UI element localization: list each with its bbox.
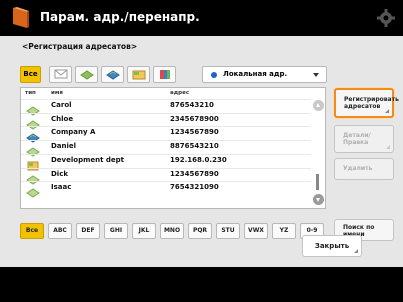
list-item-name: Daniel <box>51 142 77 151</box>
details-edit-button[interactable]: Детали/ Правка <box>334 125 394 153</box>
bottom-bar <box>0 267 403 302</box>
list-item-name: Carol <box>51 101 72 109</box>
address-book-icon <box>13 7 29 28</box>
radio-dot-icon <box>211 72 217 78</box>
alpha-tab-все[interactable]: Все <box>20 223 44 239</box>
group-icon <box>160 70 170 79</box>
alpha-tab-jkl[interactable]: JKL <box>132 223 156 239</box>
alpha-tab-vwx[interactable]: VWX <box>244 223 268 239</box>
delete-button-label: Удалить <box>343 165 373 172</box>
list-item-name: Development dept <box>51 155 125 164</box>
list-item-name: Isaac <box>51 183 72 192</box>
corner-arrow-icon <box>386 145 390 149</box>
scrollbar[interactable] <box>312 98 324 208</box>
email-icon <box>54 69 68 79</box>
list-item-name: Company A <box>51 128 96 137</box>
details-button-label-1: Детали/ <box>343 132 371 139</box>
register-button-label-2: адресатов <box>344 103 381 110</box>
type-filter-email[interactable] <box>49 66 72 83</box>
list-item-address: 876543210 <box>170 101 214 109</box>
list-item[interactable]: Development dept 192.168.0.230 <box>21 153 311 171</box>
column-name: имя <box>51 90 63 96</box>
alpha-tab-ghi[interactable]: GHI <box>104 223 128 239</box>
ifax-icon <box>106 70 120 80</box>
delete-button[interactable]: Удалить <box>334 158 394 180</box>
email-icon <box>26 170 40 185</box>
list-item[interactable]: Daniel 8876543210 <box>21 140 311 157</box>
register-destination-button[interactable]: Регистрировать адресатов <box>334 88 399 118</box>
column-address: адрес <box>170 90 190 96</box>
list-item-address: 8876543210 <box>170 142 219 151</box>
fax-icon <box>26 128 40 143</box>
fax-icon <box>80 70 94 80</box>
address-book-select[interactable]: Локальная адр. <box>202 66 327 83</box>
corner-arrow-icon <box>354 249 358 253</box>
scroll-down-button[interactable] <box>313 194 324 205</box>
type-filter-fax[interactable] <box>75 66 98 83</box>
register-button-label-1: Регистрировать <box>344 96 399 103</box>
type-filter-ifax[interactable] <box>101 66 124 83</box>
alpha-tab-def[interactable]: DEF <box>76 223 100 239</box>
list-item[interactable]: Dick 1234567890 <box>21 167 311 185</box>
type-filter-all[interactable]: Все <box>20 66 41 83</box>
page-title: Парам. адр./перенапр. <box>40 10 200 24</box>
alpha-tab-mno[interactable]: MNO <box>160 223 184 239</box>
folder-icon <box>132 70 146 80</box>
column-type: тип <box>25 90 36 96</box>
list-item-address: 192.168.0.230 <box>170 155 227 164</box>
list-item-address: 2345678900 <box>170 114 219 123</box>
list-item-address: 1234567890 <box>170 128 219 137</box>
list-item[interactable]: Carol 876543210 <box>21 99 311 116</box>
corner-arrow-icon <box>385 109 389 113</box>
list-item[interactable]: Company A 1234567890 <box>21 126 311 143</box>
chevron-down-icon <box>313 73 319 77</box>
type-filter-file[interactable] <box>127 66 150 83</box>
list-item[interactable]: Chloe 2345678900 <box>21 112 311 130</box>
list-item-address: 1234567890 <box>170 169 219 178</box>
list-item[interactable]: Isaac 7654321090 <box>21 181 311 198</box>
email-icon <box>26 142 40 157</box>
alpha-tab-abc[interactable]: ABC <box>48 223 72 239</box>
list-header: тип имя адрес <box>21 88 325 98</box>
email-icon <box>26 183 40 198</box>
group-icon <box>26 156 40 171</box>
email-icon <box>26 101 40 116</box>
scroll-up-button[interactable] <box>313 100 324 111</box>
address-book-select-value: Локальная адр. <box>223 70 288 78</box>
email-icon <box>26 115 40 130</box>
list-item-address: 7654321090 <box>170 183 219 192</box>
alpha-tab-yz[interactable]: YZ <box>272 223 296 239</box>
title-bar: Парам. адр./перенапр. <box>0 0 403 36</box>
alpha-tab-pqr[interactable]: PQR <box>188 223 212 239</box>
alpha-tab-stu[interactable]: STU <box>216 223 240 239</box>
scroll-thumb[interactable] <box>316 174 319 190</box>
list-item-name: Chloe <box>51 114 74 123</box>
search-button-label-1: Поиск по <box>343 224 375 231</box>
details-button-label-2: Правка <box>343 139 369 146</box>
type-filter-group[interactable] <box>153 66 176 83</box>
list-item-name: Dick <box>51 169 69 178</box>
close-button[interactable]: Закрыть <box>302 235 362 257</box>
address-list: тип имя адрес Carol 876543210 Chloe 2345678… <box>20 87 326 209</box>
main-panel: <Регистрация адресатов> Все Локальная ад… <box>0 36 403 267</box>
gear-icon[interactable] <box>376 8 396 28</box>
breadcrumb: <Регистрация адресатов> <box>22 42 138 51</box>
close-button-label: Закрыть <box>314 242 350 250</box>
